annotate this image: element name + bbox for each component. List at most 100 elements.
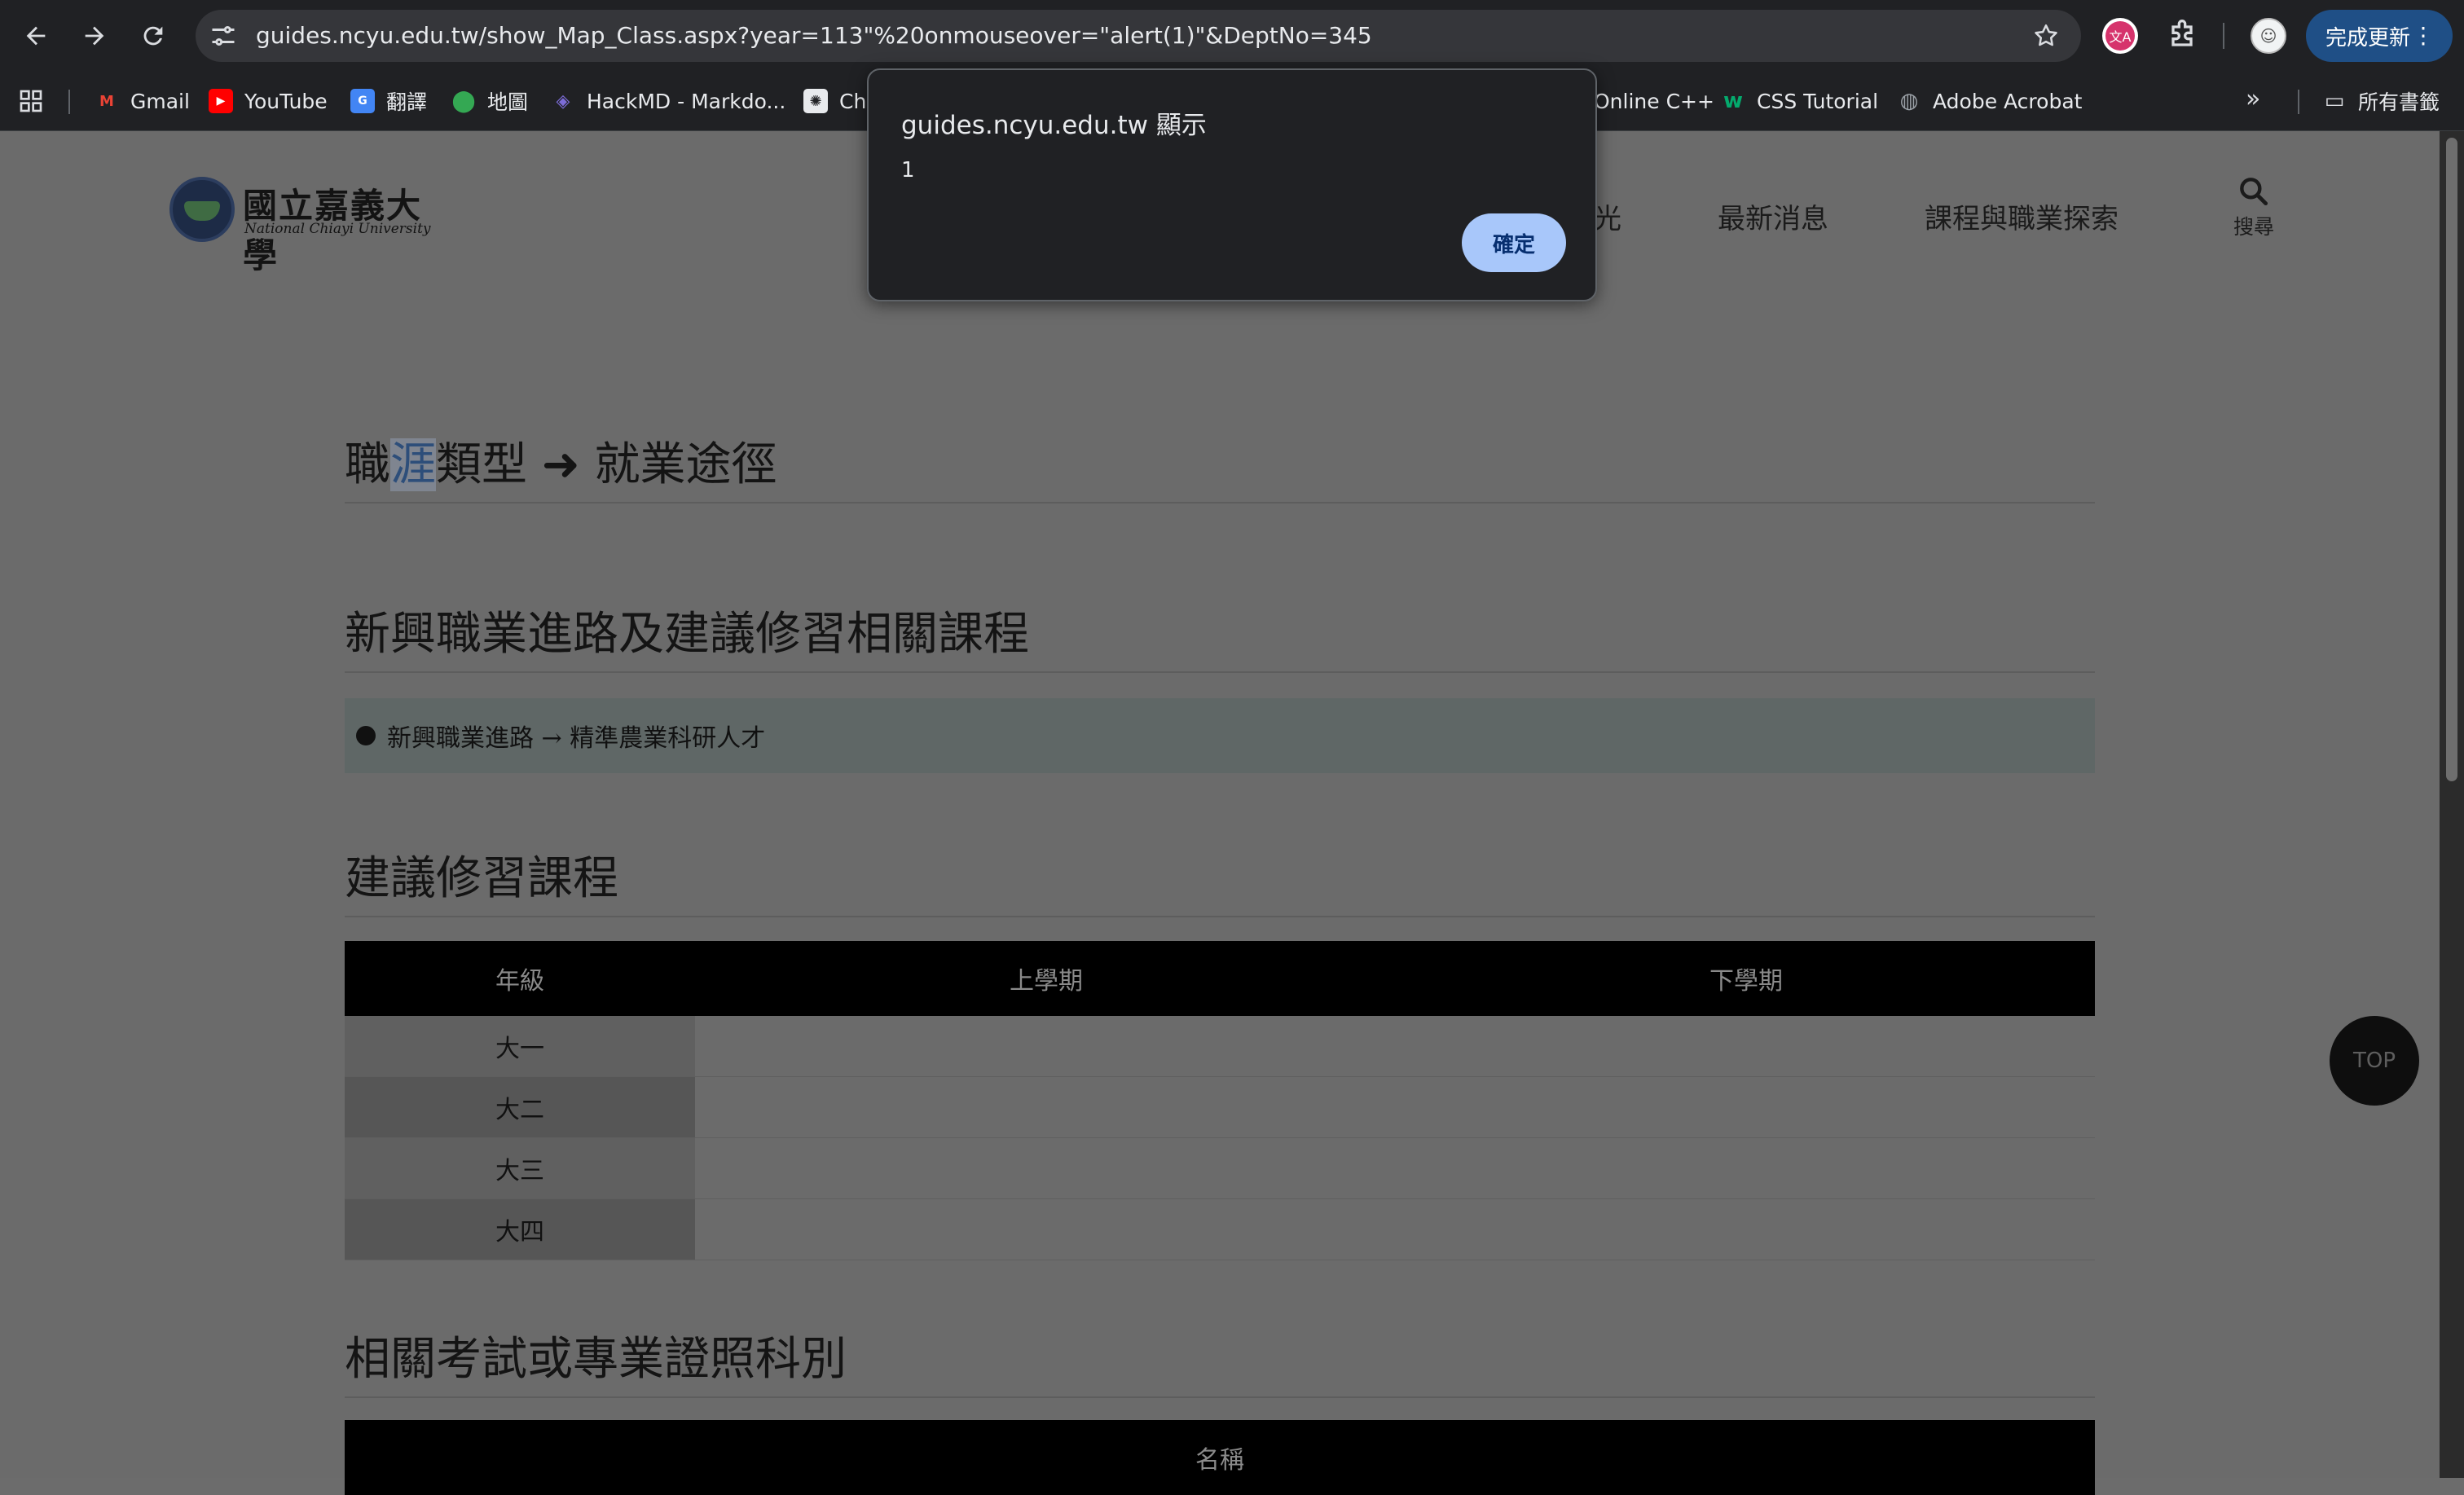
bookmark-maps[interactable]: ⬤ 地圖 bbox=[451, 72, 528, 130]
page-content: 國立嘉義大學 National Chiayi University 光 最新消息… bbox=[0, 131, 2440, 1495]
heading-career-type: 職涯類型 ➜ 就業途徑 bbox=[345, 428, 2095, 503]
bookmark-css-tutorial[interactable]: w CSS Tutorial bbox=[1721, 72, 1878, 130]
reload-button[interactable] bbox=[130, 13, 176, 59]
address-bar[interactable]: guides.ncyu.edu.tw/show_Map_Class.aspx?y… bbox=[196, 10, 2081, 62]
bookmark-gmail[interactable]: M Gmail bbox=[95, 72, 190, 130]
grade-cell: 大一 bbox=[345, 1016, 695, 1077]
university-logo[interactable]: 國立嘉義大學 National Chiayi University bbox=[169, 177, 451, 275]
fall-courses-cell bbox=[695, 1016, 1397, 1077]
exam-table: 名稱 bbox=[345, 1420, 2095, 1495]
apps-grid-icon[interactable] bbox=[18, 88, 44, 114]
maps-icon: ⬤ bbox=[451, 89, 476, 113]
heading-selected-text: 涯 bbox=[390, 438, 436, 491]
table-row: 大一 bbox=[345, 1016, 2095, 1077]
folder-icon: ▭ bbox=[2324, 89, 2345, 113]
grade-cell: 大二 bbox=[345, 1076, 695, 1138]
bookmark-translate[interactable]: G 翻譯 bbox=[350, 72, 427, 130]
gmail-icon: M bbox=[99, 92, 114, 110]
spring-courses-cell bbox=[1397, 1137, 2095, 1199]
reload-icon bbox=[143, 26, 163, 46]
bookmark-label: HackMD - Markdo... bbox=[587, 89, 786, 113]
extensions-puzzle-icon[interactable] bbox=[2164, 18, 2200, 54]
bookmark-label: YouTube bbox=[244, 89, 328, 113]
bookmark-label: 翻譯 bbox=[386, 90, 428, 114]
grade-cell: 大四 bbox=[345, 1198, 695, 1260]
heading-recommended-courses: 建議修習課程 bbox=[345, 842, 2095, 917]
bookmark-hackmd[interactable]: ◈ HackMD - Markdo... bbox=[551, 72, 786, 130]
update-label: 完成更新 bbox=[2325, 25, 2411, 51]
bookmarks-divider bbox=[68, 90, 70, 114]
translate-icon: 文A bbox=[2105, 21, 2135, 51]
logo-subtitle: National Chiayi University bbox=[244, 221, 431, 237]
ok-button[interactable]: 確定 bbox=[1462, 213, 1566, 272]
nav-item-news[interactable]: 最新消息 bbox=[1718, 196, 1828, 236]
bookmark-label: Gmail bbox=[130, 89, 190, 113]
youtube-icon: ▶ bbox=[209, 89, 233, 113]
table-header-row: 名稱 bbox=[345, 1420, 2095, 1495]
table-row: 大三 bbox=[345, 1137, 2095, 1199]
table-row: 大二 bbox=[345, 1076, 2095, 1138]
bookmark-label: CSS Tutorial bbox=[1757, 89, 1879, 113]
column-header: 下學期 bbox=[1397, 941, 2095, 1016]
nav-item-course-career[interactable]: 課程與職業探索 bbox=[1925, 196, 2119, 236]
heading-text-part: 職 bbox=[345, 438, 390, 491]
scrollbar-thumb[interactable] bbox=[2446, 138, 2457, 781]
search-label: 搜尋 bbox=[2233, 215, 2274, 239]
spring-courses-cell bbox=[1397, 1198, 2095, 1260]
arrow-left-icon bbox=[26, 26, 46, 46]
search-icon bbox=[2240, 178, 2268, 206]
table-header-row: 年級 上學期 下學期 bbox=[345, 941, 2095, 1016]
bookmark-online-cpp[interactable]: Online C++ bbox=[1594, 72, 1714, 130]
w3schools-icon: w bbox=[1723, 89, 1744, 113]
toolbar-divider bbox=[2223, 23, 2224, 49]
fall-courses-cell bbox=[695, 1076, 1397, 1138]
bookmark-label: Ch bbox=[839, 89, 867, 113]
grade-cell: 大三 bbox=[345, 1137, 695, 1199]
url-text[interactable]: guides.ncyu.edu.tw/show_Map_Class.aspx?y… bbox=[256, 10, 1372, 62]
column-header: 上學期 bbox=[695, 941, 1397, 1016]
back-to-top-button[interactable]: TOP bbox=[2330, 1016, 2419, 1106]
back-button[interactable] bbox=[13, 13, 59, 59]
fall-courses-cell bbox=[695, 1198, 1397, 1260]
nav-item-partial[interactable]: 光 bbox=[1594, 196, 1621, 236]
more-menu-icon: ⋮ bbox=[2412, 22, 2435, 49]
translate-extension-button[interactable]: 文A bbox=[2102, 18, 2138, 54]
bookmark-label: Online C++ bbox=[1594, 89, 1714, 113]
site-settings-icon[interactable] bbox=[209, 21, 238, 51]
university-seal-icon bbox=[169, 177, 235, 242]
profile-avatar[interactable]: ☺ bbox=[2251, 18, 2286, 54]
bookmark-adobe-acrobat[interactable]: ◍ Adobe Acrobat bbox=[1897, 72, 2083, 130]
alert-dialog: guides.ncyu.edu.tw 顯示 1 確定 bbox=[867, 68, 1597, 301]
spring-courses-cell bbox=[1397, 1016, 2095, 1077]
arrow-right-icon bbox=[85, 26, 104, 46]
column-header: 名稱 bbox=[345, 1420, 2095, 1495]
bookmark-label: Adobe Acrobat bbox=[1933, 89, 2083, 113]
alert-title: guides.ncyu.edu.tw 顯示 bbox=[901, 111, 1207, 140]
forward-button[interactable] bbox=[72, 13, 117, 59]
heading-text-part: 類型 ➜ 就業途徑 bbox=[436, 438, 777, 491]
all-bookmarks-label: 所有書籤 bbox=[2358, 90, 2440, 114]
translate-icon: G bbox=[350, 89, 375, 113]
bullet-icon bbox=[356, 726, 376, 745]
course-table: 年級 上學期 下學期 大一 大二 大三 大四 bbox=[345, 941, 2095, 1260]
column-header: 年級 bbox=[345, 941, 695, 1016]
update-button[interactable]: 完成更新 ⋮ bbox=[2306, 10, 2453, 62]
alert-message: 1 bbox=[901, 158, 915, 182]
heading-exams-certificates: 相關考試或專業證照科別 bbox=[345, 1322, 2095, 1398]
bookmark-youtube[interactable]: ▶ YouTube bbox=[209, 72, 328, 130]
career-path-item[interactable]: 新興職業進路 → 精準農業科研人才 bbox=[345, 698, 2095, 773]
fall-courses-cell bbox=[695, 1137, 1397, 1199]
all-bookmarks-folder[interactable]: ▭ 所有書籤 bbox=[2322, 72, 2440, 130]
chevron-double-right-icon[interactable]: » bbox=[2246, 85, 2260, 113]
search-button[interactable]: 搜尋 bbox=[2229, 174, 2278, 240]
star-icon[interactable] bbox=[2032, 22, 2060, 50]
bookmarks-divider bbox=[2298, 90, 2299, 114]
spring-courses-cell bbox=[1397, 1076, 2095, 1138]
bookmark-label: 地圖 bbox=[487, 90, 529, 114]
globe-icon: ◍ bbox=[1899, 89, 1919, 113]
bookmark-chatgpt[interactable]: ✺ Ch bbox=[803, 72, 866, 130]
page-scrollbar[interactable] bbox=[2440, 131, 2464, 1478]
browser-toolbar: guides.ncyu.edu.tw/show_Map_Class.aspx?y… bbox=[0, 0, 2464, 72]
career-path-label: 新興職業進路 → 精準農業科研人才 bbox=[387, 724, 766, 753]
chatgpt-icon: ✺ bbox=[803, 89, 828, 113]
